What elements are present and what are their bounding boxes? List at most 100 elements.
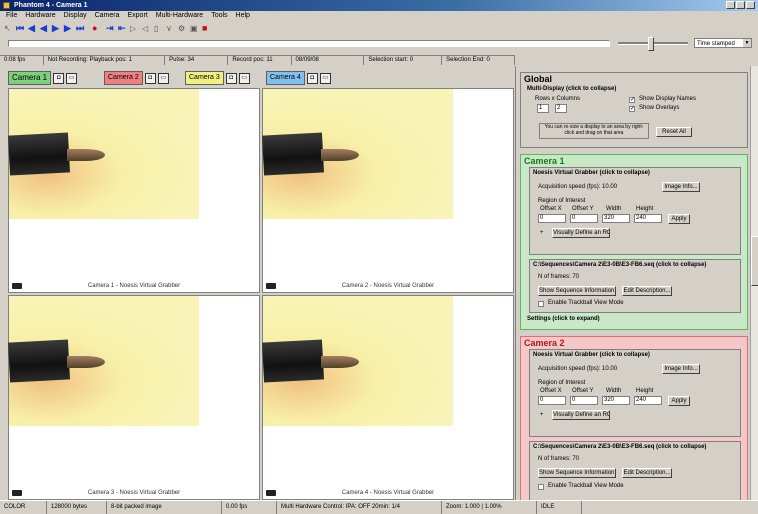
step-forward-icon[interactable]: ▶ [64, 24, 73, 33]
roi-offset-y-input[interactable]: 0 [570, 214, 598, 223]
playback-progress[interactable] [8, 40, 610, 47]
rows-input[interactable]: 1 [537, 104, 549, 113]
roi-height-label: Height [636, 206, 654, 212]
roi-offset-x-input[interactable]: 0 [538, 214, 566, 223]
camera-3-view[interactable]: Camera 3 - Noesis Virtual Grabber [7, 295, 260, 500]
speed-slider-thumb[interactable] [648, 37, 654, 51]
columns-input[interactable]: 2 [555, 104, 567, 113]
menu-hardware[interactable]: Hardware [25, 11, 55, 21]
roi-offset-y-label: Offset Y [572, 206, 594, 212]
roi-offset-y-input[interactable]: 0 [570, 396, 598, 405]
menu-display[interactable]: Display [64, 11, 87, 21]
visually-define-roi-button[interactable]: Visually Define an ROI [552, 410, 610, 420]
edit-description-button[interactable]: Edit Description... [622, 286, 672, 296]
image-info-button[interactable]: Image Info... [662, 364, 700, 374]
show-sequence-info-button[interactable]: Show Sequence Information... [538, 286, 616, 296]
roi-offset-x-input[interactable]: 0 [538, 396, 566, 405]
mark-end-icon[interactable]: ⇤ [118, 24, 127, 33]
chevron-down-icon[interactable]: ▼ [743, 39, 751, 47]
close-button[interactable] [746, 1, 755, 9]
minimize-button[interactable] [726, 1, 735, 9]
acquisition-speed-label: Acquisition speed (fps): 10.00 [538, 184, 618, 190]
menu-help[interactable]: Help [236, 11, 250, 21]
grabber-header[interactable]: Noesis Virtual Grabber (click to collaps… [530, 168, 740, 178]
roi-width-label: Width [606, 388, 622, 394]
show-overlays-checkbox[interactable]: ✓ [629, 106, 635, 112]
display-icon[interactable]: ▭ [238, 72, 250, 84]
apply-roi-button[interactable]: Apply [668, 214, 690, 224]
trackball-view-checkbox[interactable] [538, 484, 544, 490]
grabber-header[interactable]: Noesis Virtual Grabber (click to collaps… [530, 350, 740, 360]
play-icon[interactable]: ▶ [52, 24, 61, 33]
camera-1-title[interactable]: Camera 1 [521, 155, 747, 167]
camera-1-view[interactable]: Camera 1 - Noesis Virtual Grabber [7, 88, 260, 293]
frame-icon[interactable]: ▯ [154, 24, 163, 33]
camera-4-caption: Camera 4 - Noesis Virtual Grabber [341, 490, 435, 496]
settings-expander[interactable]: Settings (click to expand) [527, 316, 600, 322]
scrollbar-thumb[interactable] [751, 236, 758, 286]
menu-multi-hardware[interactable]: Multi-Hardware [156, 11, 203, 21]
camera-icon[interactable]: ◘ [306, 72, 318, 84]
play-back-icon[interactable]: ◀ [40, 24, 49, 33]
mark-start-icon[interactable]: ⇥ [106, 24, 115, 33]
window-title: Phantom 4 - Camera 1 [14, 2, 88, 9]
reset-all-button[interactable]: Reset All [656, 127, 692, 137]
status-bytes: 128000 bytes [47, 501, 107, 514]
status-selection-end: Selection End: 0 [442, 56, 515, 65]
visually-define-roi-button[interactable]: Visually Define an ROI [552, 228, 610, 238]
go-first-icon[interactable]: ⏮ [16, 24, 25, 33]
timestamp-select[interactable]: Time stamped ▼ [694, 38, 752, 48]
status-multi-hardware: Multi Hardware Control: IPA: OFF 20min: … [277, 501, 442, 514]
global-title[interactable]: Global [521, 73, 747, 85]
stop-icon[interactable]: ■ [202, 24, 211, 33]
show-display-names-checkbox[interactable]: ✓ [629, 97, 635, 103]
tab-camera-2[interactable]: Camera 2 [104, 71, 143, 85]
status-selection-start: Selection start: 0 [364, 56, 443, 65]
menu-export[interactable]: Export [128, 11, 148, 21]
maximize-button[interactable] [736, 1, 745, 9]
display-icon[interactable]: ▭ [319, 72, 331, 84]
settings-icon[interactable]: ⚙ [178, 24, 187, 33]
app-icon [3, 2, 10, 9]
image-info-button[interactable]: Image Info... [662, 182, 700, 192]
roi-width-input[interactable]: 320 [602, 214, 630, 223]
show-sequence-info-button[interactable]: Show Sequence Information... [538, 468, 616, 478]
camera-1-tab-group: Camera 1 ◘ ▭ [8, 69, 78, 87]
timestamp-select-value: Time stamped [697, 41, 735, 47]
roi-height-input[interactable]: 240 [634, 214, 662, 223]
menu-camera[interactable]: Camera [95, 11, 120, 21]
camera-2-sequence: C:\Sequences\Camera 2\E3-0B\E3-FB6.seq (… [529, 441, 741, 500]
camera-icon[interactable]: ◘ [53, 72, 65, 84]
menu-file[interactable]: File [6, 11, 17, 21]
menu-tools[interactable]: Tools [211, 11, 227, 21]
camera-1-caption: Camera 1 - Noesis Virtual Grabber [87, 283, 181, 289]
save-icon[interactable]: ▣ [190, 24, 199, 33]
tab-camera-3[interactable]: Camera 3 [185, 71, 224, 85]
record-icon[interactable]: ● [92, 24, 101, 33]
multi-display-header[interactable]: Multi-Display (click to collapse) [527, 86, 616, 92]
camera-2-view[interactable]: Camera 2 - Noesis Virtual Grabber [261, 88, 514, 293]
display-icon[interactable]: ▭ [157, 72, 169, 84]
go-last-icon[interactable]: ⏭ [76, 24, 85, 33]
pointer-icon[interactable]: ↖ [4, 24, 13, 33]
sequence-header[interactable]: C:\Sequences\Camera 2\E3-0B\E3-FB6.seq (… [530, 260, 740, 270]
tab-camera-1[interactable]: Camera 1 [8, 71, 52, 85]
apply-roi-button[interactable]: Apply [668, 396, 690, 406]
camera-2-tab-group: Camera 2 ◘ ▭ [104, 69, 169, 87]
loop-icon[interactable]: ▷ [130, 24, 139, 33]
trigger-icon[interactable]: ⋎ [166, 24, 175, 33]
trackball-view-checkbox[interactable] [538, 301, 544, 307]
camera-icon[interactable]: ◘ [144, 72, 156, 84]
roi-width-input[interactable]: 320 [602, 396, 630, 405]
step-back-icon[interactable]: ◀ [28, 24, 37, 33]
roi-height-input[interactable]: 240 [634, 396, 662, 405]
panel-scrollbar[interactable] [750, 66, 758, 500]
display-icon[interactable]: ▭ [66, 72, 78, 84]
sequence-header[interactable]: C:\Sequences\Camera 2\E3-0B\E3-FB6.seq (… [530, 442, 740, 452]
slow-icon[interactable]: ◁ [142, 24, 151, 33]
camera-4-view[interactable]: Camera 4 - Noesis Virtual Grabber [261, 295, 514, 500]
edit-description-button[interactable]: Edit Description... [622, 468, 672, 478]
camera-icon[interactable]: ◘ [225, 72, 237, 84]
tab-camera-4[interactable]: Camera 4 [266, 71, 305, 85]
camera-2-title[interactable]: Camera 2 [521, 337, 747, 349]
